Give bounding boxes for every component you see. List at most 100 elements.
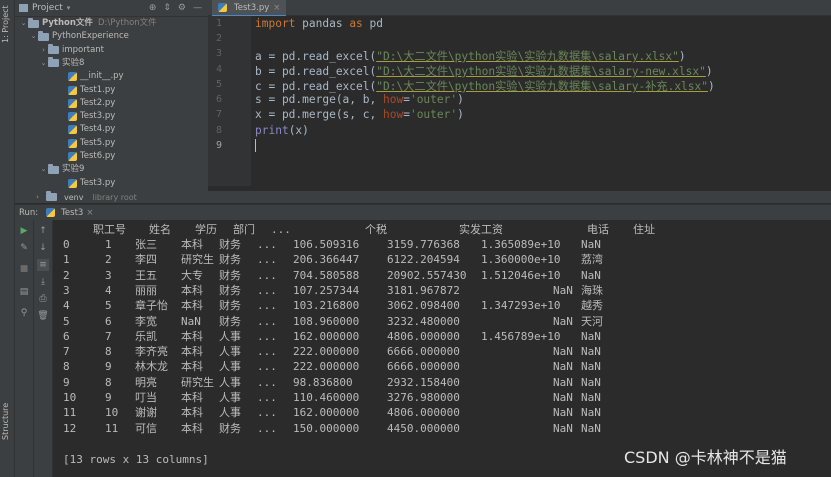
tree-folder[interactable]: ⌄ PythonExperience bbox=[29, 30, 129, 43]
tree-file[interactable]: Test3.py bbox=[59, 110, 115, 123]
console-cell: 章子怡 bbox=[135, 299, 168, 313]
console-output[interactable]: 职工号 姓名 学历 部门... 个税 实发工资 电话 住址 0 1 张三 本科 财务... 106.50… bbox=[53, 220, 831, 477]
python-file-icon bbox=[68, 112, 77, 122]
console-row: 11 10 谢谢 本科 人事... 162.000000 4806.000000 NaN NaN bbox=[53, 405, 831, 420]
code-line: c = pd.read_excel("D:\大二文件\python实验\实验九数… bbox=[255, 80, 715, 93]
tree-folder[interactable]: › important bbox=[39, 44, 104, 57]
chevron-down-icon[interactable]: ⌄ bbox=[29, 30, 38, 43]
run-tab[interactable]: Test3 × bbox=[46, 208, 93, 218]
chevron-right-icon[interactable]: › bbox=[33, 193, 42, 201]
structure-tool-tab[interactable]: Structure bbox=[1, 400, 13, 442]
line-number-gutter: 1 2 3 4 5 6 7 8 9 bbox=[208, 16, 252, 186]
console-cell: 222.000000 bbox=[293, 345, 360, 359]
tree-item-label: PythonExperience bbox=[52, 31, 129, 42]
console-cell: 人事 bbox=[219, 360, 241, 374]
console-cell: 1 bbox=[63, 253, 70, 267]
console-cell: ... bbox=[257, 299, 277, 313]
console-cell: 财务 bbox=[219, 268, 241, 282]
collapse-all-icon[interactable]: ⇕ bbox=[163, 3, 171, 13]
console-cell: 222.000000 bbox=[293, 360, 360, 374]
console-cell: NaN bbox=[553, 314, 573, 328]
tree-item-label: 实验9 bbox=[62, 164, 85, 175]
tree-file[interactable]: Test2.py bbox=[59, 97, 115, 110]
console-cell: 2932.158400 bbox=[387, 375, 460, 389]
close-icon[interactable]: × bbox=[273, 3, 280, 13]
console-cell: NaN bbox=[553, 283, 573, 297]
console-cell: 本科 bbox=[181, 360, 203, 374]
console-row: 7 8 李齐亮 本科 人事... 222.000000 6666.000000 NaN NaN bbox=[53, 344, 831, 359]
console-row: 0 1 张三 本科 财务... 106.509316 3159.776368 1.365089… bbox=[53, 237, 831, 252]
scroll-to-end-icon[interactable]: ⤓ bbox=[37, 276, 49, 288]
console-cell: 李齐亮 bbox=[135, 345, 168, 359]
console-cell: 人事 bbox=[219, 406, 241, 420]
stop-icon[interactable]: ■ bbox=[18, 263, 30, 275]
venv-label: venv bbox=[64, 192, 84, 202]
tree-file[interactable]: Test6.py bbox=[59, 150, 115, 163]
project-panel: Project ▾ ⊕ ⇕ ⚙ — ⌄ Python文件 D:\Python文件 ⌄ P… bbox=[15, 0, 208, 202]
venv-row[interactable]: › venv library root bbox=[15, 191, 831, 203]
trash-icon[interactable]: 🗑 bbox=[37, 310, 49, 322]
locate-icon[interactable]: ⊕ bbox=[149, 3, 157, 13]
venv-hint: library root bbox=[92, 192, 137, 202]
console-cell: 财务 bbox=[219, 253, 241, 267]
run-panel-header: Run: Test3 × bbox=[15, 204, 831, 220]
tree-file[interactable]: Test3.py bbox=[59, 177, 115, 190]
code-line: s = pd.merge(a, b, how='outer') bbox=[255, 93, 464, 106]
code-editor[interactable]: import pandas as pd a = pd.read_excel("D… bbox=[251, 16, 831, 186]
console-cell: 本科 bbox=[181, 329, 203, 343]
hide-icon[interactable]: — bbox=[193, 3, 202, 13]
line-number: 8 bbox=[215, 125, 222, 136]
layout-icon[interactable]: ▤ bbox=[18, 286, 30, 298]
chevron-down-icon[interactable]: ⌄ bbox=[19, 17, 28, 30]
pin-icon[interactable]: ⚲ bbox=[18, 307, 30, 319]
console-header-cell: 个税 bbox=[365, 223, 387, 236]
console-header-cell: 姓名 bbox=[149, 223, 171, 236]
close-icon[interactable]: × bbox=[86, 208, 93, 218]
console-cell: 9 bbox=[63, 375, 70, 389]
console-cell: 6666.000000 bbox=[387, 360, 460, 374]
console-cell: 李四 bbox=[135, 253, 157, 267]
tree-file[interactable]: Test5.py bbox=[59, 137, 115, 150]
console-cell: 可信 bbox=[135, 421, 157, 435]
console-cell: ... bbox=[257, 391, 277, 404]
python-file-icon bbox=[46, 208, 56, 217]
console-cell: 人事 bbox=[219, 329, 241, 343]
console-cell: 12 bbox=[63, 421, 77, 435]
gear-icon[interactable]: ⚙ bbox=[178, 3, 186, 13]
chevron-down-icon[interactable]: ▾ bbox=[67, 4, 71, 12]
console-cell: 1.365089e+10 bbox=[481, 238, 561, 251]
folder-icon bbox=[48, 57, 59, 68]
editor-tab[interactable]: Test3.py × bbox=[212, 0, 287, 17]
console-row: 8 9 林木龙 本科 人事... 222.000000 6666.000000 NaN NaN bbox=[53, 359, 831, 374]
code-line: print(x) bbox=[255, 124, 309, 137]
chevron-down-icon[interactable]: ⌄ bbox=[39, 163, 48, 176]
console-row: 5 6 李宽 NaN 财务... 108.960000 3232.480000 NaN 天河 bbox=[53, 314, 831, 329]
console-cell: NaN bbox=[581, 345, 601, 359]
console-cell: ... bbox=[257, 268, 277, 282]
arrow-down-icon[interactable]: ↓ bbox=[37, 242, 49, 254]
console-cell: 1.360000e+10 bbox=[481, 253, 561, 267]
tree-folder[interactable]: ⌄ 实验8 bbox=[39, 57, 84, 70]
console-cell: 106.509316 bbox=[293, 238, 360, 251]
tree-file[interactable]: __init__.py bbox=[59, 70, 124, 83]
print-icon[interactable]: ⎙ bbox=[37, 293, 49, 305]
tree-folder[interactable]: ⌄ Python文件 D:\Python文件 bbox=[19, 17, 157, 30]
project-tool-tab[interactable]: 1: Project bbox=[1, 4, 13, 44]
console-cell: 8 bbox=[63, 360, 70, 374]
console-cell: 11 bbox=[105, 421, 119, 435]
project-title[interactable]: Project bbox=[32, 3, 63, 13]
code-line: x = pd.merge(s, c, how='outer') bbox=[255, 108, 464, 121]
chevron-right-icon[interactable]: › bbox=[39, 44, 48, 57]
console-cell: 98.836800 bbox=[293, 375, 353, 389]
tree-folder[interactable]: ⌄ 实验9 bbox=[39, 163, 84, 176]
tree-file[interactable]: Test1.py bbox=[59, 84, 115, 97]
editor-tab-label: Test3.py bbox=[234, 2, 270, 13]
wrench-icon[interactable]: ✎ bbox=[18, 242, 30, 254]
console-cell: 本科 bbox=[181, 238, 203, 251]
tree-file[interactable]: Test4.py bbox=[59, 123, 115, 136]
rerun-icon[interactable]: ▶ bbox=[18, 225, 30, 237]
soft-wrap-icon[interactable]: ≡ bbox=[37, 259, 49, 271]
chevron-down-icon[interactable]: ⌄ bbox=[39, 57, 48, 70]
line-number: 6 bbox=[215, 94, 222, 105]
arrow-up-icon[interactable]: ↑ bbox=[37, 225, 49, 237]
